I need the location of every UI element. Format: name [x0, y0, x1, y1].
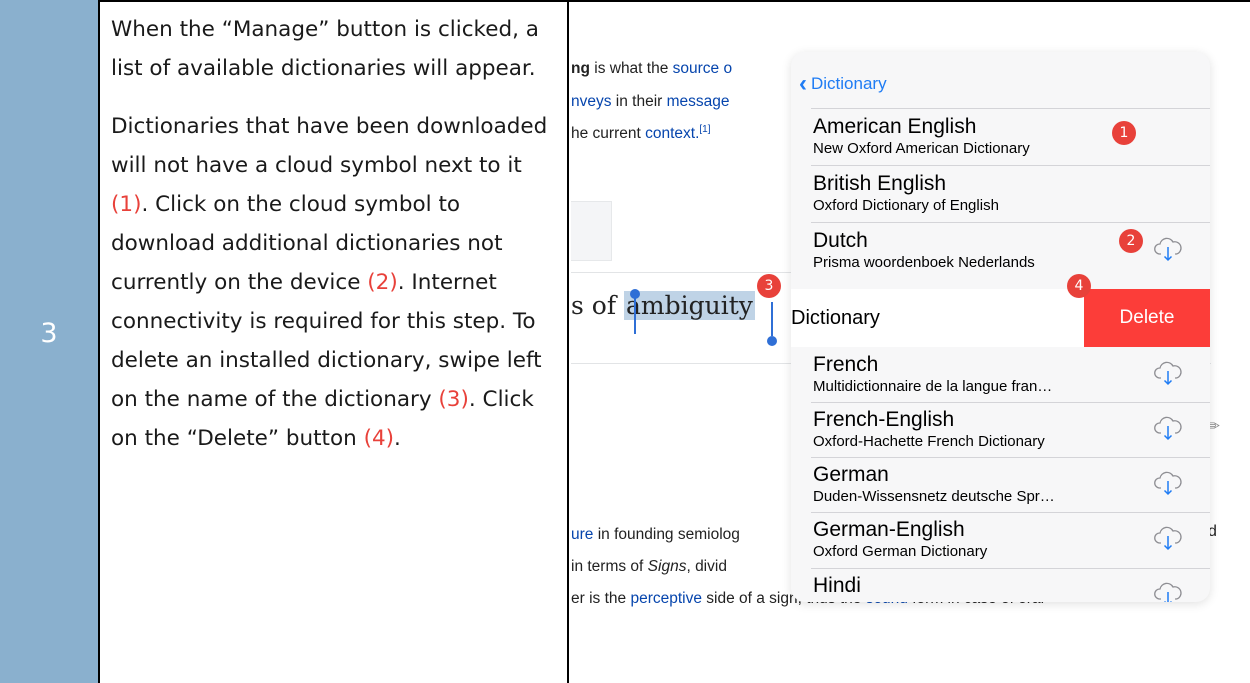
article-text: er is the — [571, 590, 631, 607]
swiped-dictionary-row[interactable]: Dictionary Delete — [791, 289, 1210, 347]
instruction-text-part: . — [394, 426, 401, 451]
article-line-3: he current context.[1] — [571, 124, 711, 143]
dictionary-name: German — [813, 463, 889, 486]
article-link[interactable]: perceptive — [630, 590, 702, 607]
ios-screenshot: ng is what the source o nveys in their m… — [571, 44, 1221, 624]
download-cloud-icon[interactable] — [1153, 412, 1183, 442]
dictionary-row[interactable]: French Multidictionnaire de la langue fr… — [813, 352, 1193, 396]
dictionary-subtitle: Multidictionnaire de la langue fran… — [813, 378, 1053, 395]
article-text: in founding semiolog — [593, 526, 740, 543]
article-text: he current — [571, 125, 646, 143]
callout-badge-1: 1 — [1112, 121, 1136, 145]
chevron-left-icon: ‹ — [799, 70, 807, 97]
dictionary-subtitle: Duden-Wissensnetz deutsche Spr… — [813, 488, 1055, 505]
instruction-paragraph-1: When the “Manage” button is clicked, a l… — [111, 17, 539, 81]
reference-4: (4) — [363, 426, 395, 451]
reference-1: (1) — [111, 192, 142, 217]
delete-button[interactable]: Delete — [1084, 289, 1210, 347]
article-link[interactable]: message — [667, 93, 730, 110]
dictionary-row[interactable]: French-English Oxford-Hachette French Di… — [813, 407, 1193, 451]
back-button[interactable]: ‹ Dictionary — [799, 70, 887, 98]
article-rule — [571, 272, 801, 273]
dictionary-name: Hindi — [813, 574, 861, 597]
article-text: in their — [611, 93, 667, 110]
dictionary-name: American English — [813, 115, 977, 138]
article-link[interactable]: ure — [571, 526, 593, 543]
download-cloud-icon[interactable] — [1153, 467, 1183, 497]
instruction-text-part: Dictionaries that have been downloaded w… — [111, 114, 548, 178]
article-text: in terms of — [571, 558, 648, 575]
article-link[interactable]: nveys — [571, 93, 612, 110]
article-line-4: ure in founding semiolog — [571, 526, 740, 544]
article-text: , divid — [686, 558, 727, 575]
dictionary-subtitle: Oxford Dictionary of English — [813, 197, 999, 214]
download-cloud-icon[interactable] — [1153, 578, 1183, 602]
row-divider — [811, 108, 1210, 109]
selection-start-caret — [634, 298, 636, 334]
dictionary-subtitle: Oxford-Hachette French Dictionary — [813, 433, 1045, 450]
download-cloud-icon[interactable] — [1153, 233, 1183, 263]
selected-text-line: s of ambiguity — [571, 291, 755, 320]
download-cloud-icon[interactable] — [1153, 522, 1183, 552]
dictionary-row[interactable]: American English New Oxford American Dic… — [813, 114, 1193, 158]
row-divider — [811, 402, 1210, 403]
article-text: is what the — [589, 60, 673, 77]
dictionary-name: French — [813, 353, 879, 376]
dictionary-name: German-English — [813, 518, 965, 541]
row-divider — [811, 222, 1210, 223]
callout-badge-4: 4 — [1067, 274, 1091, 298]
article-italic: Signs — [647, 558, 687, 575]
dictionary-name: British English — [813, 172, 947, 195]
back-button-label: Dictionary — [811, 74, 887, 93]
instruction-paragraph-2: Dictionaries that have been downloaded w… — [111, 107, 561, 458]
dictionary-subtitle: Prisma woordenboek Nederlands — [813, 254, 1035, 271]
article-line-2: nveys in their message — [571, 93, 730, 111]
citation-link[interactable]: [1] — [699, 124, 710, 135]
callout-badge-2: 2 — [1119, 229, 1143, 253]
table-top-border — [0, 0, 1250, 2]
column-divider — [567, 0, 569, 683]
article-text: s of — [571, 291, 625, 320]
dictionary-row[interactable]: British English Oxford Dictionary of Eng… — [813, 171, 1193, 215]
article-link[interactable]: source o — [673, 60, 732, 77]
article-line-1: ng is what the source o — [571, 60, 732, 78]
step-number-cell: 3 — [0, 0, 100, 683]
dictionary-row[interactable]: Hindi — [813, 573, 1193, 598]
row-divider — [811, 457, 1210, 458]
selection-end-caret — [771, 302, 773, 336]
step-number: 3 — [40, 318, 58, 349]
row-divider — [811, 568, 1210, 569]
dictionary-row[interactable]: German-English Oxford German Dictionary — [813, 517, 1193, 561]
article-bold: ng — [571, 60, 590, 77]
instruction-text: When the “Manage” button is clicked, a l… — [111, 10, 561, 477]
article-link[interactable]: context. — [645, 125, 699, 142]
dictionary-subtitle: New Oxford American Dictionary — [813, 140, 1030, 157]
dictionary-row[interactable]: German Duden-Wissensnetz deutsche Spr… — [813, 462, 1193, 506]
download-cloud-icon[interactable] — [1153, 357, 1183, 387]
reference-2: (2) — [367, 270, 398, 295]
text-selection[interactable]: ambiguity — [624, 291, 755, 320]
reference-3: (3) — [438, 387, 469, 412]
dictionary-name: French-English — [813, 408, 955, 431]
article-infobox — [571, 201, 612, 261]
article-line-5: in terms of Signs, divid — [571, 558, 727, 576]
dictionary-popover: ‹ Dictionary American English New Oxford … — [791, 52, 1210, 602]
row-divider — [811, 512, 1210, 513]
dictionary-subtitle: Oxford German Dictionary — [813, 543, 988, 560]
swiped-row-label: Dictionary — [791, 307, 880, 329]
selection-end-handle[interactable] — [767, 336, 777, 346]
row-divider — [811, 165, 1210, 166]
callout-badge-3: 3 — [757, 274, 781, 298]
